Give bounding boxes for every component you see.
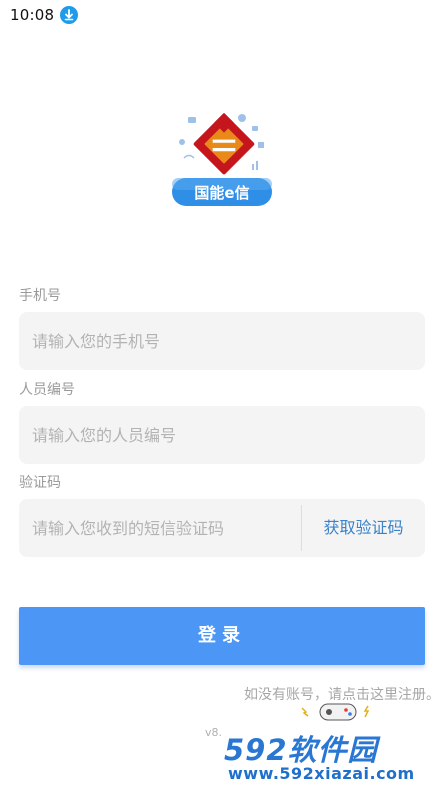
watermark-brand: 592软件园 [224, 733, 378, 767]
get-code-button[interactable]: 获取验证码 [302, 499, 425, 557]
logo-emblem-icon: 国能e信 [172, 112, 272, 206]
staff-id-input[interactable] [19, 406, 425, 464]
status-bar: 10:08 [0, 0, 444, 32]
staff-id-label: 人员编号 [19, 382, 75, 398]
login-button[interactable]: 登录 [19, 607, 425, 665]
phone-input[interactable] [19, 312, 425, 370]
download-notification-icon [60, 6, 78, 24]
app-logo: 国能e信 [172, 108, 276, 212]
logo-text: 国能e信 [194, 184, 249, 202]
watermark-url: www.592xiazai.com [228, 764, 415, 783]
phone-field-container [19, 312, 425, 370]
code-label: 验证码 [19, 475, 61, 491]
code-field-container: 获取验证码 [19, 499, 425, 557]
watermark: 592软件园 www.592xiazai.com [216, 722, 444, 789]
phone-label: 手机号 [19, 288, 61, 304]
gamepad-mascot-icon [301, 703, 370, 721]
status-time: 10:08 [10, 6, 55, 24]
staff-id-field-container [19, 406, 425, 464]
verification-code-input[interactable] [19, 499, 301, 557]
